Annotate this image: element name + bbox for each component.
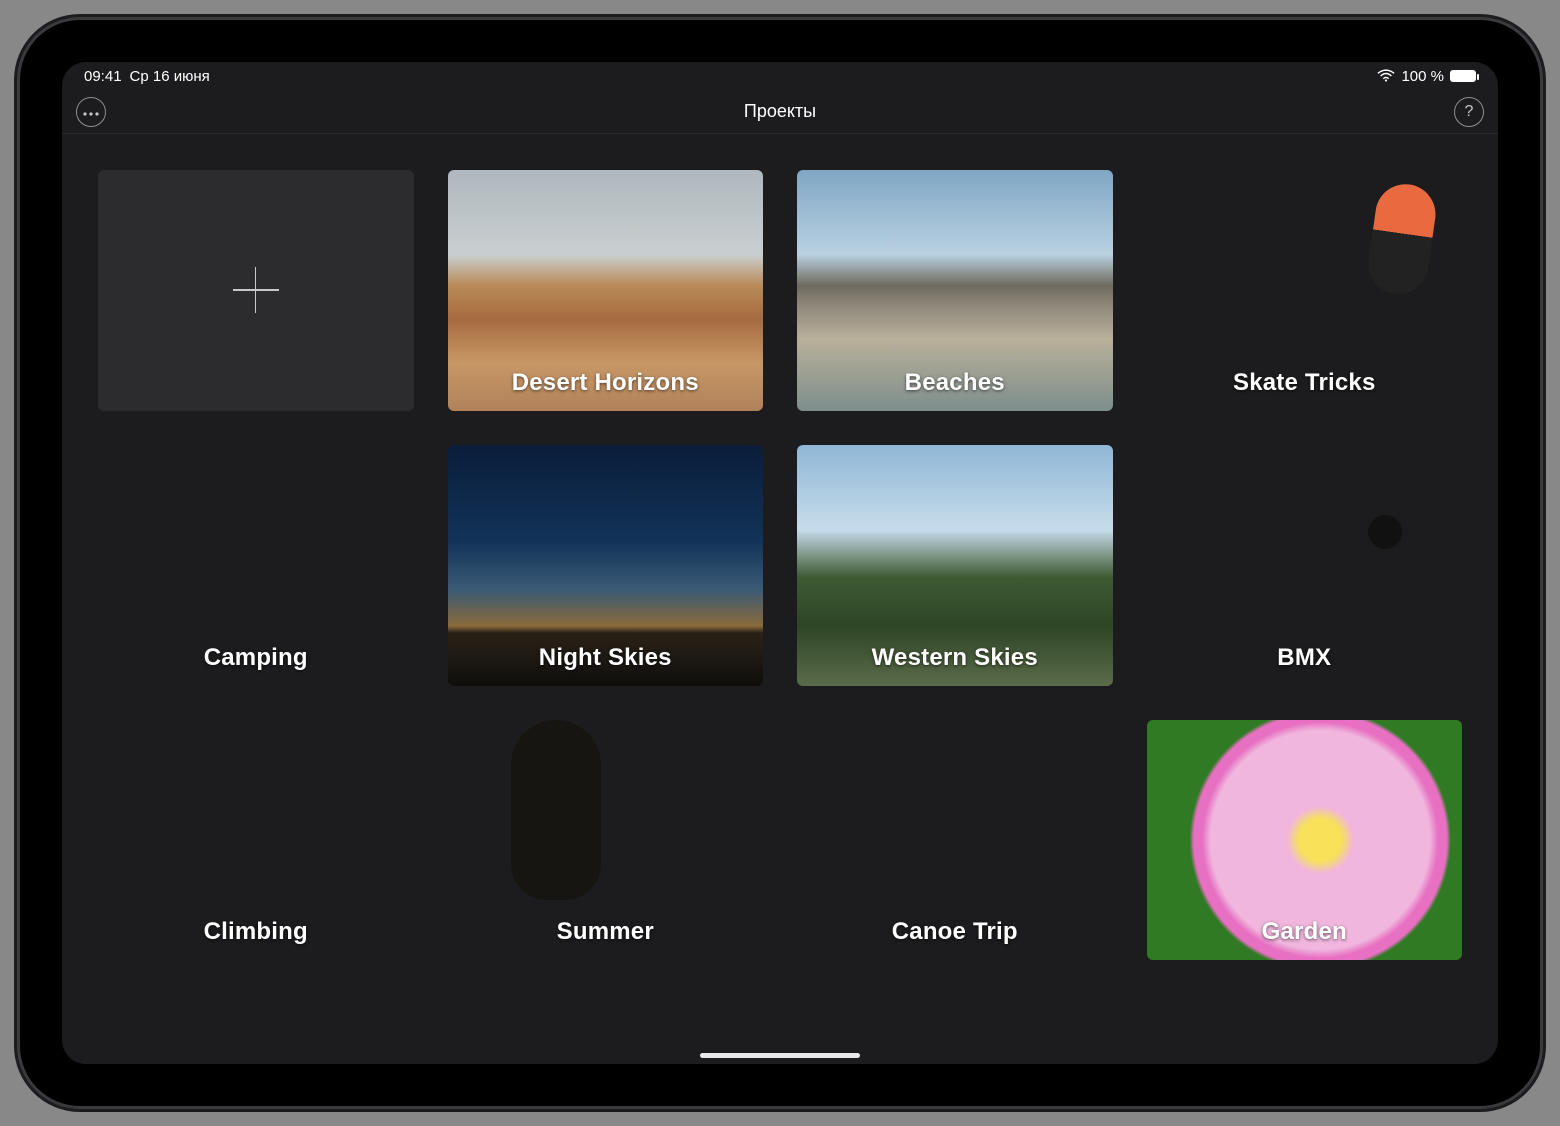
project-tile[interactable]: Camping xyxy=(98,445,414,686)
project-tile[interactable]: Summer xyxy=(448,720,764,961)
toolbar: Проекты ? xyxy=(62,90,1498,134)
project-tile[interactable]: Western Skies xyxy=(797,445,1113,686)
project-thumbnail xyxy=(797,170,1113,411)
projects-grid: Desert HorizonsBeaches Skate Tricks Campin… xyxy=(98,170,1462,960)
project-tile[interactable]: Beaches xyxy=(797,170,1113,411)
project-title: Skate Tricks xyxy=(1147,369,1463,397)
project-tile[interactable]: Garden xyxy=(1147,720,1463,961)
page-title: Проекты xyxy=(62,101,1498,122)
battery-icon xyxy=(1450,70,1476,82)
status-date: Ср 16 июня xyxy=(130,68,210,85)
project-tile[interactable]: Desert Horizons xyxy=(448,170,764,411)
project-thumbnail xyxy=(448,170,764,411)
project-title: Summer xyxy=(448,918,764,946)
status-time: 09:41 xyxy=(84,68,122,85)
project-thumbnail xyxy=(448,445,764,686)
project-tile[interactable]: Climbing xyxy=(98,720,414,961)
project-title: Climbing xyxy=(98,918,414,946)
home-indicator[interactable] xyxy=(700,1053,860,1058)
battery-text: 100 % xyxy=(1401,68,1444,85)
project-tile[interactable]: Night Skies xyxy=(448,445,764,686)
new-project-tile[interactable] xyxy=(98,170,414,411)
screen: 09:41 Ср 16 июня 100 % xyxy=(62,62,1498,1064)
ipad-frame: 09:41 Ср 16 июня 100 % xyxy=(20,20,1540,1106)
project-tile[interactable]: Canoe Trip xyxy=(797,720,1113,961)
project-title: Camping xyxy=(98,644,414,672)
project-tile[interactable]: BMX xyxy=(1147,445,1463,686)
wifi-icon xyxy=(1377,69,1395,83)
status-bar: 09:41 Ср 16 июня 100 % xyxy=(62,62,1498,90)
project-thumbnail xyxy=(1147,720,1463,961)
project-title: BMX xyxy=(1147,644,1463,672)
plus-icon xyxy=(233,267,279,313)
content: Desert HorizonsBeaches Skate Tricks Campin… xyxy=(62,134,1498,1064)
project-title: Canoe Trip xyxy=(797,918,1113,946)
project-tile[interactable]: Skate Tricks xyxy=(1147,170,1463,411)
project-thumbnail xyxy=(797,445,1113,686)
